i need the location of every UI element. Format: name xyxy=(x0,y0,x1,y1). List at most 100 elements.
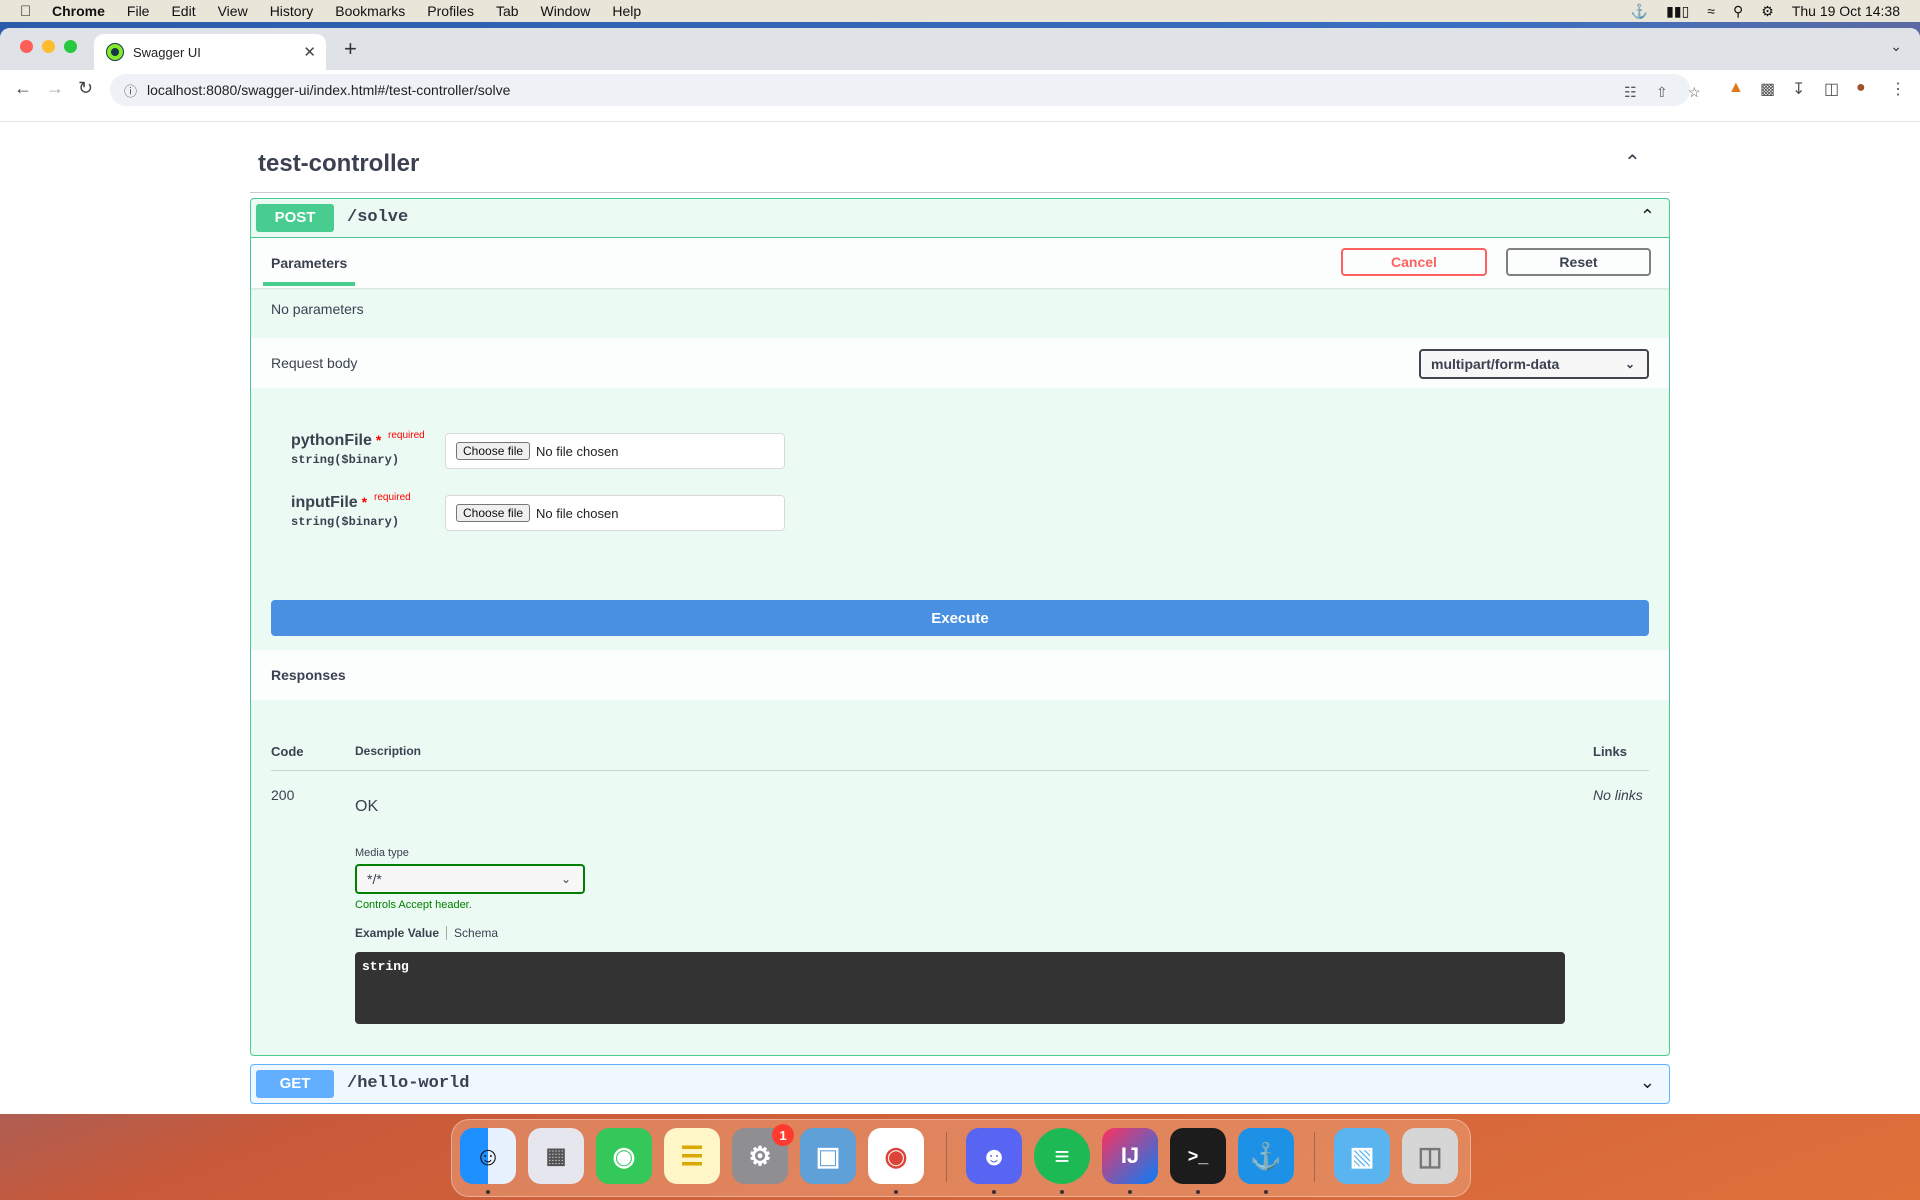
content-type-select[interactable]: multipart/form-data ⌄ xyxy=(1419,349,1649,379)
spotify-icon[interactable]: ≡ xyxy=(1034,1128,1090,1184)
divider xyxy=(446,926,448,940)
chrome-icon[interactable]: ◉ xyxy=(868,1128,924,1184)
running-indicator xyxy=(486,1190,490,1194)
divider xyxy=(0,121,1920,122)
new-tab-icon[interactable]: + xyxy=(344,36,357,62)
menu-tab[interactable]: Tab xyxy=(496,3,519,19)
intellij-icon[interactable]: IJ xyxy=(1102,1128,1158,1184)
window-controls xyxy=(20,40,77,53)
wifi-icon[interactable]: ≈ xyxy=(1707,3,1715,19)
menu-app-name[interactable]: Chrome xyxy=(52,3,105,19)
file-status: No file chosen xyxy=(536,505,619,521)
menu-window[interactable]: Window xyxy=(541,3,591,19)
content-type-value: multipart/form-data xyxy=(1431,356,1560,372)
finder-icon[interactable]: ☺ xyxy=(460,1128,516,1184)
field-label: inputFile xyxy=(291,494,358,511)
menu-view[interactable]: View xyxy=(218,3,248,19)
minimize-window-icon[interactable] xyxy=(42,40,55,53)
terminal-icon[interactable]: >_ xyxy=(1170,1128,1226,1184)
translate-icon[interactable]: ☷ xyxy=(1624,84,1637,101)
operation-path: /hello-world xyxy=(347,1074,470,1093)
docker-icon[interactable]: ⚓ xyxy=(1238,1128,1294,1184)
tab-example-value[interactable]: Example Value xyxy=(355,926,439,940)
running-indicator xyxy=(1060,1190,1064,1194)
menu-edit[interactable]: Edit xyxy=(171,3,195,19)
fullscreen-window-icon[interactable] xyxy=(64,40,77,53)
execute-button[interactable]: Execute xyxy=(271,600,1649,636)
cancel-button[interactable]: Cancel xyxy=(1341,248,1487,276)
macos-menubar:  Chrome File Edit View History Bookmark… xyxy=(0,0,1920,22)
example-code-block: string xyxy=(355,952,1565,1024)
responses-title: Responses xyxy=(271,667,346,683)
menu-history[interactable]: History xyxy=(270,3,314,19)
media-type-select[interactable]: */* ⌄ xyxy=(355,864,585,894)
back-arrow-icon[interactable]: ← xyxy=(14,78,32,99)
folder-icon[interactable]: ▧ xyxy=(1334,1128,1390,1184)
battery-icon[interactable]: ▮▮▯ xyxy=(1666,3,1689,20)
address-bar[interactable]: ⓘ localhost:8080/swagger-ui/index.html#/… xyxy=(110,74,1701,106)
trash-icon[interactable]: ◫ xyxy=(1402,1128,1458,1184)
operation-block-post-solve: POST /solve ⌃ Parameters Cancel Reset No… xyxy=(250,198,1670,1056)
profile-avatar[interactable]: ● xyxy=(1856,79,1866,97)
apple-icon[interactable]:  xyxy=(20,3,38,20)
field-type: string($binary) xyxy=(291,515,400,529)
response-links: No links xyxy=(1593,787,1643,803)
chrome-menu-icon[interactable]: ⋮ xyxy=(1890,79,1906,99)
collapse-tag-chevron-icon[interactable]: ⌃ xyxy=(1624,150,1641,175)
spotlight-search-icon[interactable]: ⚲ xyxy=(1733,3,1743,20)
browser-tab-swagger[interactable]: Swagger UI ✕ xyxy=(94,34,326,70)
launchpad-icon[interactable]: ▦ xyxy=(528,1128,584,1184)
inputfile-file-input[interactable]: Choose file No file chosen xyxy=(445,495,785,531)
extensions-puzzle-icon[interactable]: ▩ xyxy=(1760,79,1775,99)
messages-icon[interactable]: ◉ xyxy=(596,1128,652,1184)
tab-strip: Swagger UI ✕ + ⌄ xyxy=(0,28,1920,70)
swagger-page: test-controller ⌃ POST /solve ⌃ Paramete… xyxy=(0,110,1920,1114)
preview-icon[interactable]: ▣ xyxy=(800,1128,856,1184)
column-header-description: Description xyxy=(355,744,422,758)
docker-status-icon[interactable]: ⚓ xyxy=(1631,3,1648,20)
required-star: * xyxy=(375,432,382,448)
menu-profiles[interactable]: Profiles xyxy=(427,3,474,19)
tab-schema[interactable]: Schema xyxy=(454,926,498,940)
notes-icon[interactable]: ☰ xyxy=(664,1128,720,1184)
chevron-up-icon[interactable]: ⌃ xyxy=(1640,206,1655,227)
close-tab-icon[interactable]: ✕ xyxy=(303,43,316,61)
control-center-icon[interactable]: ⚙ xyxy=(1761,3,1774,20)
discord-icon[interactable]: ☻ xyxy=(966,1128,1022,1184)
column-header-links: Links xyxy=(1593,744,1627,759)
choose-file-button[interactable]: Choose file xyxy=(456,442,531,460)
site-info-icon[interactable]: ⓘ xyxy=(124,81,137,100)
bookmark-star-icon[interactable]: ☆ xyxy=(1688,84,1701,101)
field-type: string($binary) xyxy=(291,453,400,467)
field-label: pythonFile xyxy=(291,432,372,449)
menu-help[interactable]: Help xyxy=(612,3,641,19)
notification-badge: 1 xyxy=(772,1124,794,1146)
tab-search-chevron-icon[interactable]: ⌄ xyxy=(1890,38,1902,55)
pythonfile-file-input[interactable]: Choose file No file chosen xyxy=(445,433,785,469)
chevron-down-icon[interactable]: ⌄ xyxy=(1640,1072,1655,1093)
menu-file[interactable]: File xyxy=(127,3,150,19)
reload-icon[interactable]: ↻ xyxy=(78,78,93,99)
operation-path: /solve xyxy=(347,208,409,227)
choose-file-button[interactable]: Choose file xyxy=(456,504,531,522)
close-window-icon[interactable] xyxy=(20,40,33,53)
side-panel-icon[interactable]: ◫ xyxy=(1824,79,1839,99)
controls-accept-note: Controls Accept header. xyxy=(355,899,472,911)
metamask-extension-icon[interactable]: ▲ xyxy=(1728,79,1744,97)
address-url[interactable]: localhost:8080/swagger-ui/index.html#/te… xyxy=(147,82,510,98)
downloads-icon[interactable]: ↧ xyxy=(1792,79,1805,99)
tab-parameters[interactable]: Parameters xyxy=(271,255,347,271)
example-tabs: Example Value Schema xyxy=(355,926,498,940)
menubar-status-area: ⚓ ▮▮▯ ≈ ⚲ ⚙ Thu 19 Oct 14:38 xyxy=(1631,0,1900,22)
share-icon[interactable]: ⇧ xyxy=(1656,84,1668,101)
reset-button[interactable]: Reset xyxy=(1506,248,1651,276)
tag-title[interactable]: test-controller xyxy=(258,150,419,178)
browser-toolbar: ← → ↻ ⓘ localhost:8080/swagger-ui/index.… xyxy=(0,70,1920,111)
forward-arrow-icon[interactable]: → xyxy=(46,78,64,99)
operation-block-get-hello-world[interactable]: GET /hello-world ⌄ xyxy=(250,1064,1670,1104)
menu-bookmarks[interactable]: Bookmarks xyxy=(335,3,405,19)
dock-separator xyxy=(946,1132,947,1182)
operation-summary[interactable]: POST /solve ⌃ xyxy=(251,199,1669,238)
menubar-clock[interactable]: Thu 19 Oct 14:38 xyxy=(1792,3,1900,19)
system-settings-icon[interactable]: ⚙ 1 xyxy=(732,1124,794,1184)
